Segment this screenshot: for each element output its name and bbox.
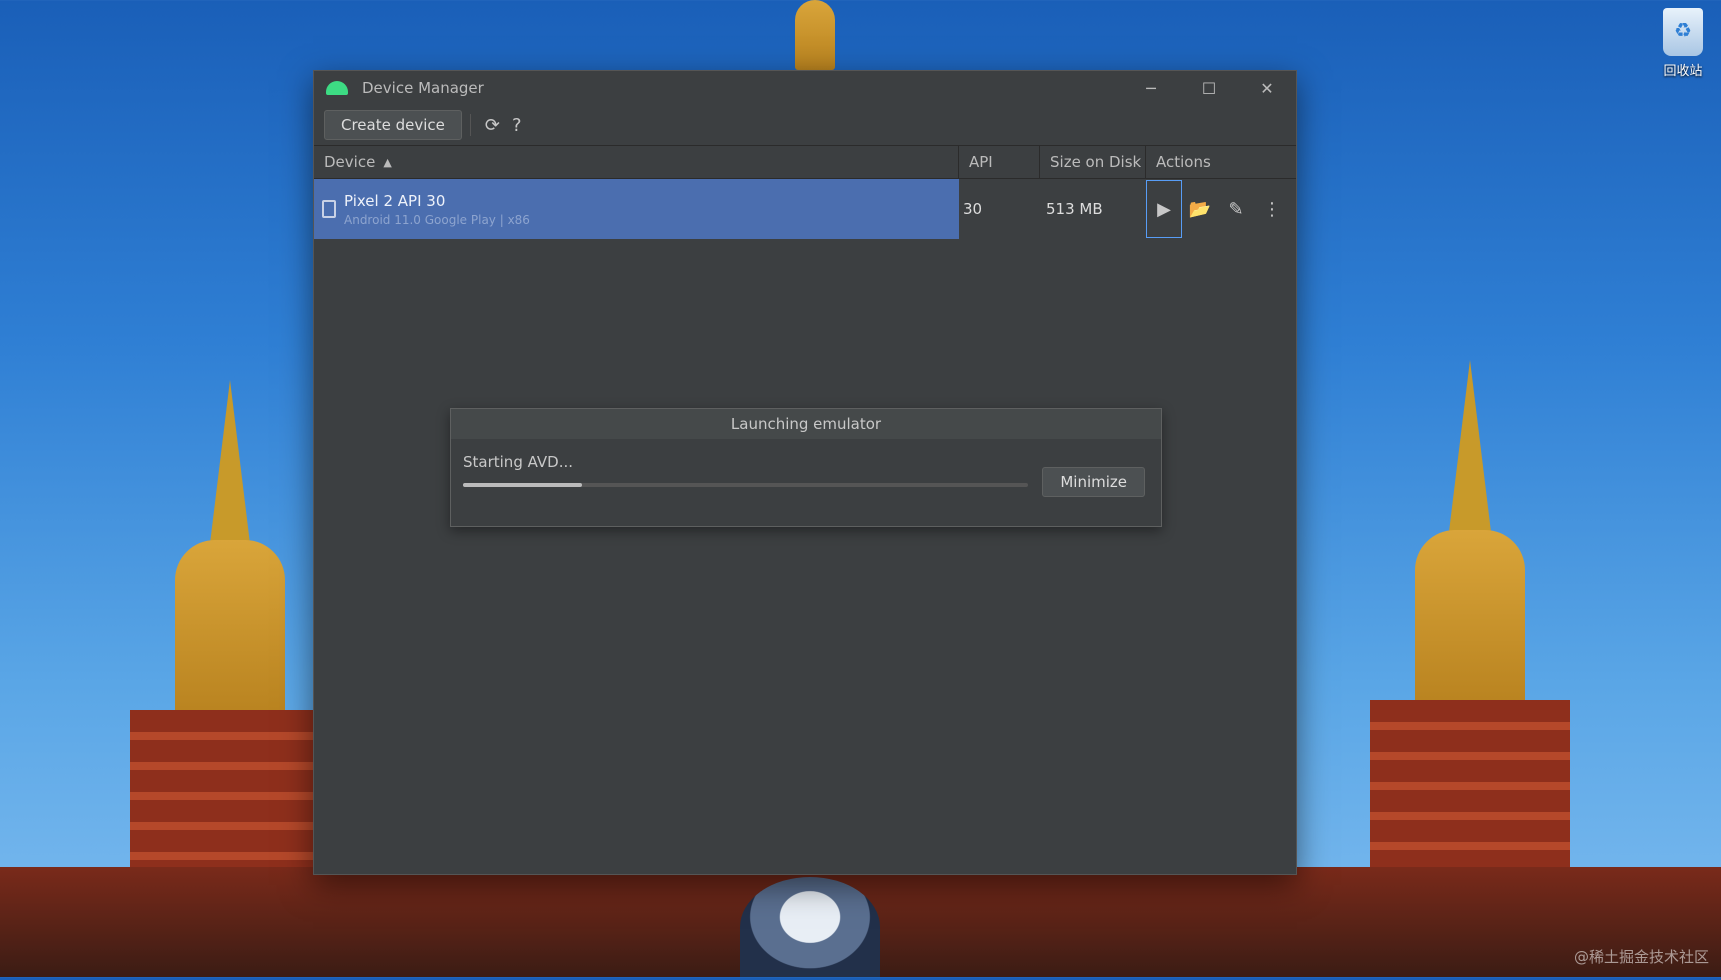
minimize-button[interactable]: Minimize	[1042, 467, 1145, 497]
play-icon[interactable]: ▶	[1146, 180, 1182, 238]
help-icon[interactable]: ?	[512, 115, 522, 136]
actions-cell: ▶ 📂 ✎ ⋮	[1146, 179, 1296, 239]
create-device-button[interactable]: Create device	[324, 110, 462, 140]
column-header-actions: Actions	[1156, 153, 1211, 171]
dialog-title: Launching emulator	[451, 409, 1161, 439]
recycle-bin-icon: ♻	[1663, 8, 1703, 56]
size-cell: 513 MB	[1046, 200, 1103, 218]
progress-bar	[463, 483, 1028, 487]
more-icon[interactable]: ⋮	[1254, 180, 1290, 238]
android-icon	[326, 81, 348, 95]
edit-icon[interactable]: ✎	[1218, 180, 1254, 238]
device-manager-window: Device Manager ─ ☐ ✕ Create device ⟳ ? D…	[313, 70, 1297, 875]
table-row[interactable]: Pixel 2 API 30 Android 11.0 Google Play …	[314, 179, 1296, 239]
api-cell: 30	[963, 200, 983, 218]
dialog-body: Starting AVD... Minimize	[451, 439, 1161, 497]
recycle-bin[interactable]: ♻ 回收站	[1653, 8, 1713, 79]
watermark: @稀土掘金技术社区	[1573, 948, 1709, 966]
window-title: Device Manager	[362, 79, 484, 97]
close-window-button[interactable]: ✕	[1238, 71, 1296, 105]
toolbar-divider	[469, 114, 471, 136]
phone-icon	[322, 200, 336, 218]
maximize-window-button[interactable]: ☐	[1180, 71, 1238, 105]
launching-emulator-dialog: Launching emulator Starting AVD... Minim…	[450, 408, 1162, 527]
device-name: Pixel 2 API 30	[344, 191, 446, 210]
column-header-device[interactable]: Device ▲	[314, 146, 959, 178]
device-subtitle: Android 11.0 Google Play | x86	[344, 212, 530, 227]
wallpaper-statue	[740, 877, 880, 977]
recycle-bin-label: 回收站	[1663, 64, 1703, 79]
column-header-device-label: Device	[324, 153, 376, 171]
progress-fill	[463, 483, 582, 487]
device-cell[interactable]: Pixel 2 API 30 Android 11.0 Google Play …	[314, 179, 959, 239]
wallpaper-spire-center	[760, 0, 870, 70]
sort-ascending-icon: ▲	[383, 155, 392, 169]
toolbar: Create device ⟳ ?	[314, 105, 1296, 146]
column-header-api[interactable]: API	[959, 146, 1040, 178]
refresh-icon[interactable]: ⟳	[485, 115, 500, 136]
table-header: Device ▲ API Size on Disk Actions	[314, 146, 1296, 179]
column-header-size[interactable]: Size on Disk	[1040, 146, 1146, 178]
folder-icon[interactable]: 📂	[1182, 180, 1218, 238]
title-bar: Device Manager ─ ☐ ✕	[314, 71, 1296, 105]
minimize-window-button[interactable]: ─	[1122, 71, 1180, 105]
